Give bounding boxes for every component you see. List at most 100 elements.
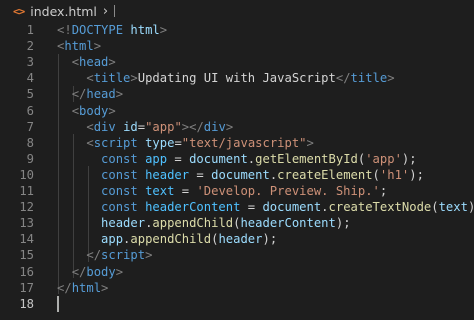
code-token: document xyxy=(211,167,270,182)
code-token: app xyxy=(101,232,124,247)
line-number[interactable]: 17 xyxy=(0,280,34,296)
code-text[interactable]: <div id="app"></div> xyxy=(57,119,233,135)
code-token: head xyxy=(79,55,109,70)
code-token: = xyxy=(167,151,190,166)
code-line[interactable]: 13 header.appendChild(headerContent); xyxy=(0,215,474,231)
line-number[interactable]: 10 xyxy=(0,167,34,183)
code-line[interactable]: 10 const header = document.createElement… xyxy=(0,167,474,183)
line-number[interactable]: 12 xyxy=(0,199,34,215)
code-text[interactable]: const app = document.getElementById('app… xyxy=(57,151,417,167)
code-line[interactable]: 9 const app = document.getElementById('a… xyxy=(0,151,474,167)
code-token: ></ xyxy=(181,119,204,134)
code-token: getElementById xyxy=(255,151,358,166)
code-token: > xyxy=(108,55,116,70)
line-number[interactable]: 9 xyxy=(0,151,34,167)
code-text[interactable]: <html> xyxy=(57,38,101,54)
line-number[interactable]: 6 xyxy=(0,103,34,119)
code-line[interactable]: 11 const text = 'Develop. Preview. Ship.… xyxy=(0,183,474,199)
line-number[interactable]: 13 xyxy=(0,215,34,231)
code-token: div xyxy=(93,119,116,134)
line-number[interactable]: 16 xyxy=(0,264,34,280)
code-text[interactable]: </html> xyxy=(57,280,108,296)
code-token: "text/javascript" xyxy=(181,135,307,150)
line-number[interactable]: 8 xyxy=(0,135,34,151)
code-text[interactable]: app.appendChild(header); xyxy=(57,231,277,247)
code-token: html xyxy=(64,39,94,54)
code-token: "app" xyxy=(145,119,182,134)
code-text[interactable]: <title>Updating UI with JavaScript</titl… xyxy=(57,70,395,86)
code-token: createTextNode xyxy=(328,200,432,215)
code-line[interactable]: 7 <div id="app"></div> xyxy=(0,119,474,135)
code-token: > xyxy=(387,71,395,86)
code-token: document xyxy=(262,200,322,215)
code-text[interactable]: <body> xyxy=(57,103,116,119)
code-line[interactable]: 2 <html> xyxy=(0,38,474,54)
code-token: html xyxy=(130,23,160,37)
code-line[interactable]: 16 </body> xyxy=(0,264,474,280)
code-line[interactable]: 14 app.appendChild(header); xyxy=(0,231,474,247)
code-line[interactable]: 18 xyxy=(0,295,474,312)
code-token: text xyxy=(438,200,468,215)
code-text[interactable]: <!DOCTYPE html> xyxy=(57,22,167,38)
code-token: </ xyxy=(71,264,87,279)
breadcrumb-file-name[interactable]: index.html xyxy=(30,4,97,19)
code-token: 'h1' xyxy=(379,167,410,182)
code-token: ( xyxy=(372,167,380,182)
code-text[interactable]: </body> xyxy=(57,264,123,280)
code-token: header xyxy=(145,167,190,182)
code-text[interactable]: <script type="text/javascript"> xyxy=(57,135,314,151)
code-line[interactable]: 17 </html> xyxy=(0,280,474,296)
text-cursor xyxy=(57,295,59,312)
code-line[interactable]: 12 const headerContent = document.create… xyxy=(0,199,474,215)
chevron-right-icon[interactable]: › xyxy=(103,4,108,19)
code-token: appendChild xyxy=(152,216,234,231)
code-token: </ xyxy=(335,71,351,86)
code-token: </ xyxy=(57,280,72,295)
code-text[interactable]: const text = 'Develop. Preview. Ship.'; xyxy=(57,183,387,199)
line-number[interactable]: 11 xyxy=(0,183,34,199)
line-number[interactable]: 3 xyxy=(0,54,34,70)
code-token: ); xyxy=(468,200,474,214)
code-token: script xyxy=(93,135,138,150)
code-editor[interactable]: 1 <!DOCTYPE html> 2 <html> 3 <head> 4 <title>… xyxy=(0,22,474,320)
code-text[interactable]: </script> xyxy=(57,247,152,263)
line-number[interactable]: 18 xyxy=(0,296,34,312)
code-line[interactable]: 3 <head> xyxy=(0,54,474,70)
code-token: ( xyxy=(431,200,439,215)
code-text[interactable]: const headerContent = document.createTex… xyxy=(57,199,474,215)
code-line[interactable]: 15 </script> xyxy=(0,247,474,263)
line-number[interactable]: 4 xyxy=(0,70,34,86)
line-number[interactable]: 7 xyxy=(0,119,34,135)
code-line[interactable]: 8 <script type="text/javascript"> xyxy=(0,135,474,151)
code-token: const xyxy=(101,151,138,166)
line-number[interactable]: 2 xyxy=(0,38,34,54)
code-text[interactable]: <head> xyxy=(57,54,116,70)
code-text[interactable]: </head> xyxy=(57,86,123,102)
line-number[interactable]: 15 xyxy=(0,247,34,263)
code-token: < xyxy=(71,55,80,70)
code-text[interactable]: const header = document.createElement('h… xyxy=(57,167,424,183)
code-token: script xyxy=(101,248,146,263)
line-number[interactable]: 1 xyxy=(0,22,34,38)
code-line[interactable]: 6 <body> xyxy=(0,103,474,119)
line-number[interactable]: 14 xyxy=(0,231,34,247)
line-number[interactable]: 5 xyxy=(0,86,34,102)
code-text[interactable]: header.appendChild(headerContent); xyxy=(57,215,351,231)
code-line[interactable]: 5 </head> xyxy=(0,86,474,102)
code-line[interactable]: 1 <!DOCTYPE html> xyxy=(0,22,474,38)
code-token: html xyxy=(71,280,102,295)
code-token: document xyxy=(189,151,248,166)
code-token: > xyxy=(225,119,234,134)
code-token: ); xyxy=(262,232,278,247)
code-line[interactable]: 4 <title>Updating UI with JavaScript</ti… xyxy=(0,70,474,86)
code-token: body xyxy=(86,264,116,279)
